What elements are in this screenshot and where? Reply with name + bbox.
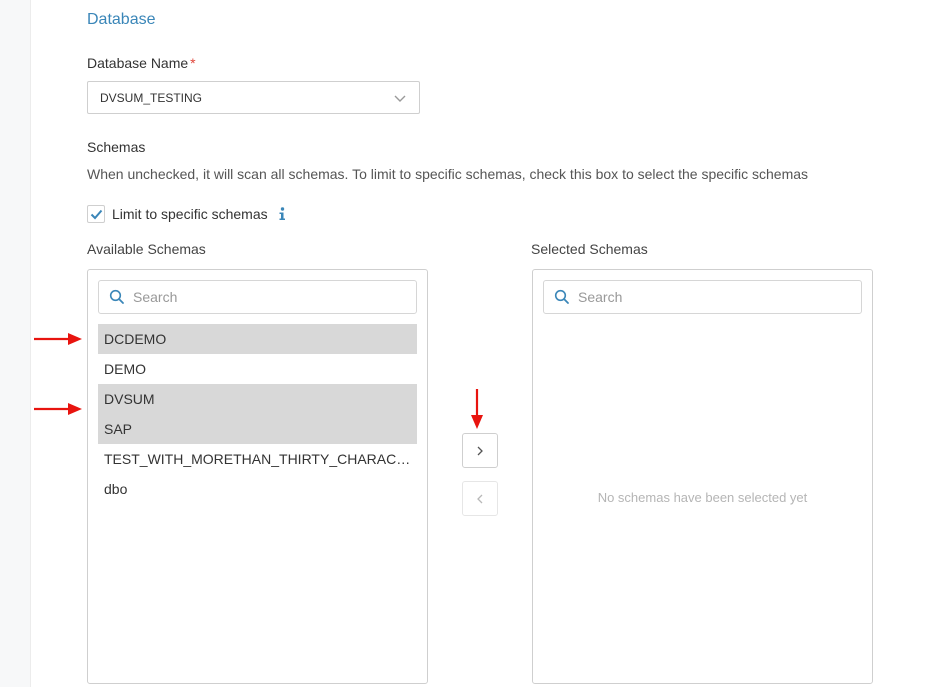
- limit-schemas-label[interactable]: Limit to specific schemas: [112, 206, 268, 222]
- move-left-button[interactable]: [462, 481, 498, 516]
- selected-search-input[interactable]: Search: [543, 280, 862, 314]
- search-icon: [109, 289, 124, 304]
- schema-item-dbo[interactable]: dbo: [98, 474, 417, 504]
- annotation-arrow-dvsum: [34, 403, 82, 415]
- available-schemas-panel: Search DCDEMO DEMO DVSUM SAP TEST_WITH_M…: [87, 269, 428, 684]
- chevron-down-icon: [394, 95, 406, 102]
- available-search-input[interactable]: Search: [98, 280, 417, 314]
- selected-schemas-panel: Search No schemas have been selected yet: [532, 269, 873, 684]
- annotation-arrow-move-button: [471, 389, 483, 429]
- schema-item-test-with-morethan-thirty[interactable]: TEST_WITH_MORETHAN_THIRTY_CHARACTER...: [98, 444, 417, 474]
- available-schemas-list: DCDEMO DEMO DVSUM SAP TEST_WITH_MORETHAN…: [98, 324, 417, 504]
- available-search-placeholder: Search: [133, 289, 178, 305]
- chevron-right-icon: [477, 446, 483, 455]
- move-right-button[interactable]: [462, 433, 498, 468]
- database-name-value: DVSUM_TESTING: [100, 90, 203, 105]
- checkmark-icon: [90, 209, 102, 219]
- section-title: Database: [87, 11, 156, 28]
- info-icon[interactable]: [276, 207, 288, 221]
- chevron-left-icon: [477, 494, 483, 503]
- schema-item-dvsum[interactable]: DVSUM: [98, 384, 417, 414]
- selected-schemas-label: Selected Schemas: [531, 241, 648, 257]
- annotation-arrow-dcdemo: [34, 333, 82, 345]
- schema-item-dcdemo[interactable]: DCDEMO: [98, 324, 417, 354]
- schema-item-sap[interactable]: SAP: [98, 414, 417, 444]
- limit-schemas-row: Limit to specific schemas: [87, 205, 288, 223]
- schemas-description: When unchecked, it will scan all schemas…: [87, 166, 809, 182]
- left-rail: [0, 0, 31, 687]
- database-name-select[interactable]: DVSUM_TESTING: [87, 81, 420, 114]
- search-icon: [554, 289, 569, 304]
- available-schemas-label: Available Schemas: [87, 241, 206, 257]
- required-mark: *: [190, 55, 196, 71]
- database-name-label-text: Database Name: [87, 55, 189, 71]
- schemas-title: Schemas: [87, 139, 146, 155]
- schema-item-demo[interactable]: DEMO: [98, 354, 417, 384]
- database-name-label: Database Name *: [87, 55, 196, 71]
- selected-search-placeholder: Search: [578, 289, 623, 305]
- empty-selection-message: No schemas have been selected yet: [597, 490, 808, 505]
- limit-schemas-checkbox[interactable]: [87, 205, 105, 223]
